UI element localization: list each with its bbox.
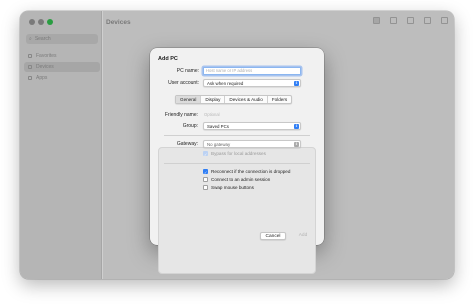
checkbox-empty-icon [203, 177, 208, 182]
friendly-name-placeholder: Optional [204, 112, 220, 117]
swap-mouse-checkbox[interactable]: Swap mouse buttons [203, 185, 254, 190]
user-account-popup[interactable]: Ask when required ⇕ [203, 79, 301, 87]
gateway-popup[interactable]: No gateway ⇕ [203, 140, 301, 148]
user-account-value: Ask when required [207, 81, 244, 86]
tab-general[interactable]: General [176, 96, 202, 103]
pc-name-field[interactable]: Host name or IP address [203, 67, 301, 75]
admin-session-label: Connect to an admin session [211, 177, 271, 182]
settings-panel [158, 147, 316, 274]
pc-name-label-row: PC name: [150, 67, 199, 75]
add-pc-dialog: Add PC PC name: Host name or IP address … [150, 48, 324, 274]
friendly-name-label: Friendly name: [164, 112, 198, 118]
group-popup[interactable]: Saved PCs ⇕ [203, 122, 301, 130]
divider [164, 163, 310, 164]
pc-name-placeholder: Host name or IP address [206, 68, 253, 73]
pc-name-label: PC name: [176, 68, 199, 74]
chevron-updown-icon: ⇕ [294, 81, 299, 86]
settings-tabs: General Display Devices & Audio Folders [175, 95, 293, 104]
tab-devices-audio[interactable]: Devices & Audio [225, 96, 268, 103]
gateway-label-row: Gateway: [150, 140, 198, 148]
user-account-label-row: User account: [150, 79, 199, 87]
chevron-updown-icon: ⇕ [294, 142, 299, 147]
friendly-name-label-row: Friendly name: [150, 111, 198, 119]
user-account-label: User account: [168, 80, 199, 86]
checkmark-icon: ✓ [203, 151, 208, 157]
bypass-local-label: Bypass for local addresses [211, 151, 266, 156]
gateway-label: Gateway: [176, 141, 198, 147]
checkbox-empty-icon [203, 185, 208, 190]
group-value: Saved PCs [207, 124, 229, 129]
checkmark-icon: ✓ [203, 169, 208, 175]
group-label-row: Group: [150, 122, 198, 130]
bypass-local-checkbox[interactable]: ✓ Bypass for local addresses [203, 151, 266, 157]
reconnect-label: Reconnect if the connection is dropped [211, 169, 291, 174]
gateway-value: No gateway [207, 142, 231, 147]
group-label: Group: [182, 123, 198, 129]
friendly-name-field[interactable]: Optional [204, 112, 220, 117]
divider [164, 135, 310, 136]
tab-folders[interactable]: Folders [268, 96, 291, 103]
swap-mouse-label: Swap mouse buttons [211, 185, 254, 190]
chevron-updown-icon: ⇕ [294, 124, 299, 129]
admin-session-checkbox[interactable]: Connect to an admin session [203, 177, 270, 182]
add-button[interactable]: Add [292, 232, 314, 240]
tab-display[interactable]: Display [201, 96, 226, 103]
reconnect-checkbox[interactable]: ✓ Reconnect if the connection is dropped [203, 169, 291, 175]
dialog-title: Add PC [158, 56, 178, 62]
cancel-button[interactable]: Cancel [260, 232, 286, 240]
